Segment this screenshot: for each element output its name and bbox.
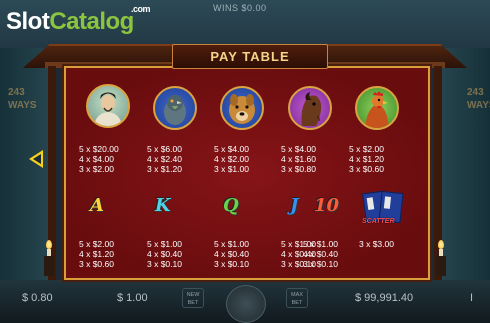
k-pays: 5 x $1.00 4 x $0.40 3 x $0.10 <box>147 239 182 269</box>
spin-button[interactable] <box>226 285 266 323</box>
q-pays: 5 x $1.00 4 x $0.40 3 x $0.10 <box>214 239 249 269</box>
dog-pays: 5 x $4.00 4 x $2.00 3 x $1.00 <box>214 144 249 174</box>
paytable-title: PAY TABLE <box>172 44 328 69</box>
arrow-inner <box>33 154 41 164</box>
rooster-icon <box>355 86 399 130</box>
scatter-label: SCATTER <box>362 218 395 225</box>
horse-pays: 5 x $4.00 4 x $1.60 3 x $0.80 <box>281 144 316 174</box>
right-candle-icon <box>436 240 446 276</box>
symbol-k-icon: K <box>155 195 171 216</box>
ways-label-left: 243 WAYS <box>8 87 37 111</box>
logo-part1: Slot <box>6 8 50 35</box>
symbol-j-icon: J <box>290 195 299 216</box>
pigeon-icon <box>153 86 197 130</box>
dog-icon <box>220 86 264 130</box>
horse-icon <box>288 86 332 130</box>
line-bet-value: $ 0.80 <box>22 292 53 304</box>
a-pays: 5 x $2.00 4 x $1.20 3 x $0.60 <box>79 239 114 269</box>
warrior-portrait-icon <box>86 84 130 128</box>
total-bet-value: $ 1.00 <box>117 292 148 304</box>
left-candle-icon <box>44 240 54 276</box>
symbol-10-icon: 10 <box>314 195 340 216</box>
rooster-pays: 5 x $2.00 4 x $1.20 3 x $0.60 <box>349 144 384 174</box>
warrior-pays: 5 x $20.00 4 x $4.00 3 x $2.00 <box>79 144 119 174</box>
symbol-a-icon: A <box>90 195 104 216</box>
slotcatalog-logo: SlotCatalog .com <box>6 4 151 36</box>
logo-suffix: .com <box>131 4 151 14</box>
pigeon-pays: 5 x $6.00 4 x $2.40 3 x $1.20 <box>147 144 182 174</box>
max-bet-button[interactable]: MAX BET <box>286 288 308 308</box>
scatter-pays: 3 x $3.00 <box>359 239 394 249</box>
scatter-books-icon: SCATTER <box>356 190 404 228</box>
wins-display: WINS $0.00 <box>213 3 267 13</box>
new-bet-button[interactable]: NEW BET <box>182 288 204 308</box>
ten-pays: 5 x $1.00 4 x $0.40 3 x $0.10 <box>303 239 338 269</box>
balance-value: $ 99,991.40 <box>355 292 414 304</box>
symbol-q-icon: Q <box>223 195 239 216</box>
menu-button[interactable]: I <box>470 292 473 304</box>
logo-part2: Catalog <box>49 8 134 35</box>
ways-label-right: 243 WAYS <box>467 87 490 111</box>
